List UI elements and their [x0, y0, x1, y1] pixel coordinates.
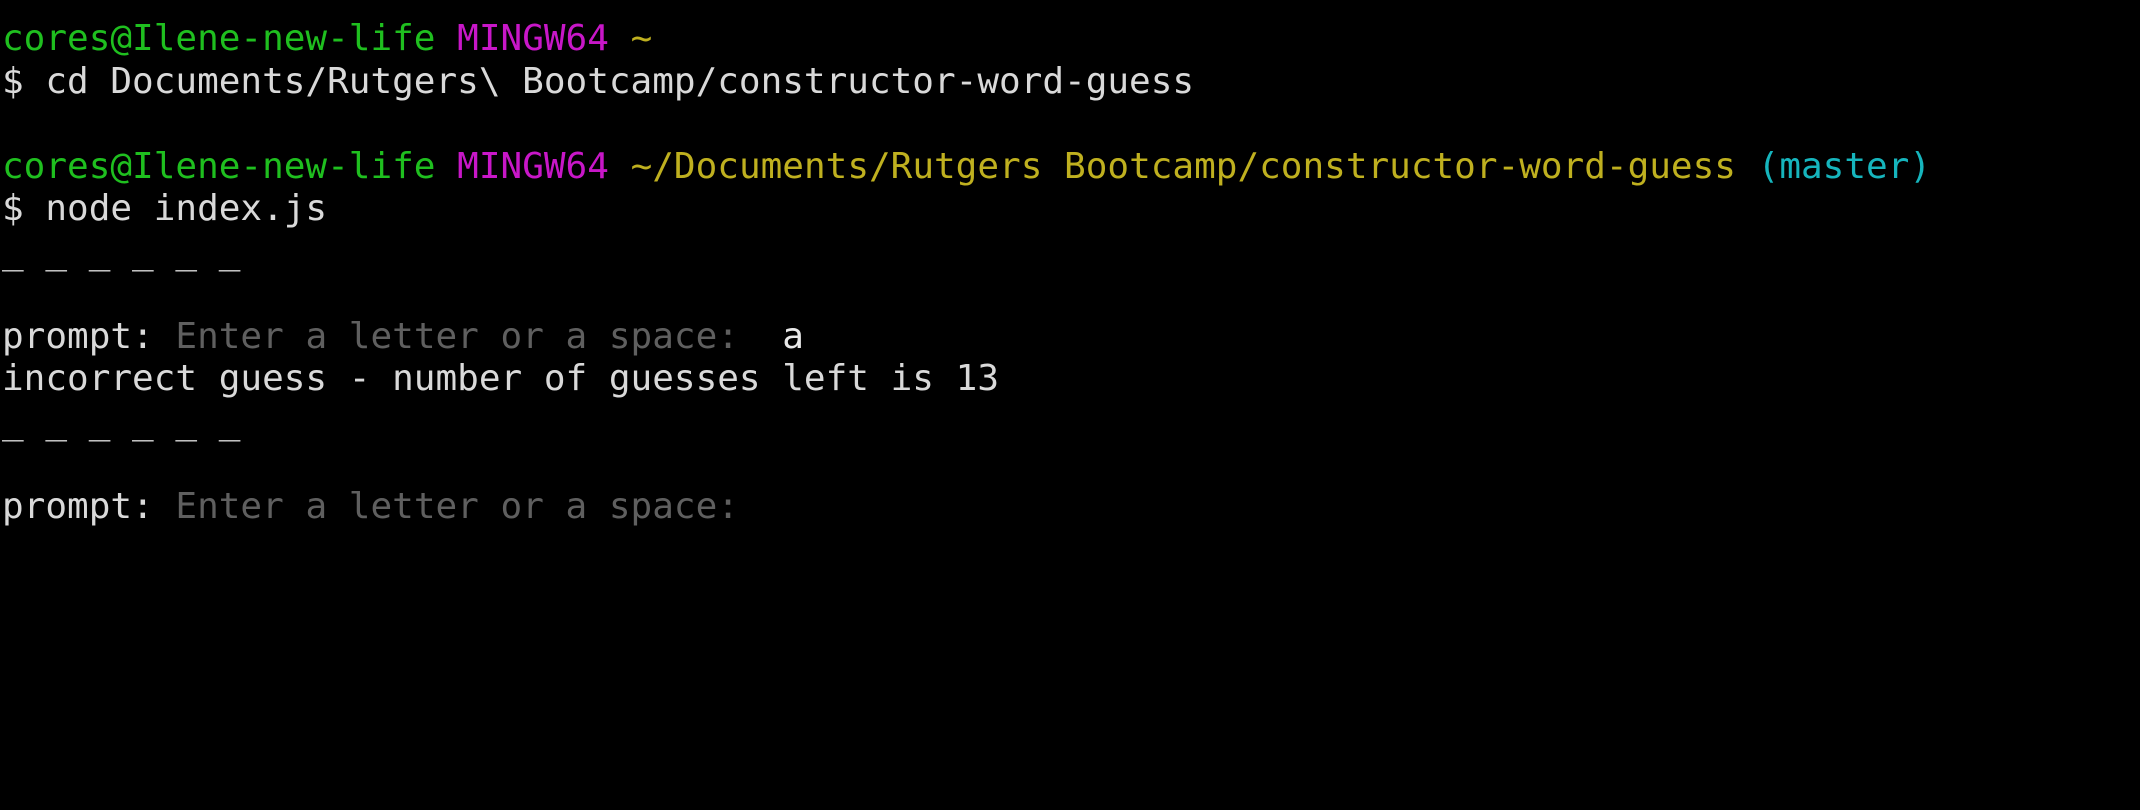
- current-path: ~/Documents/Rutgers Bootcamp/constructor…: [630, 145, 1736, 187]
- prompt-label: prompt:: [2, 485, 154, 527]
- terminal-window[interactable]: { "colors": { "background": "#000000", "…: [0, 0, 2140, 810]
- prompt-hint: Enter a letter or a space:: [175, 315, 739, 357]
- shell-name: MINGW64: [457, 18, 609, 59]
- user-host: cores@Ilene-new-life: [2, 145, 436, 187]
- guess-answer: a: [782, 315, 804, 357]
- prompt-label: prompt:: [2, 315, 154, 357]
- current-path: ~: [630, 18, 653, 59]
- shell-name: MINGW64: [457, 145, 609, 187]
- git-branch: (master): [1757, 145, 1932, 187]
- game-prompt-2[interactable]: prompt: Enter a letter or a space:: [2, 486, 2132, 529]
- command-line-2: $ node index.js: [2, 188, 328, 229]
- prompt-hint: Enter a letter or a space:: [175, 485, 739, 527]
- prompt-line-2: cores@Ilene-new-life MINGW64 ~/Documents…: [2, 146, 2132, 189]
- word-blanks: _ _ _ _ _ _: [2, 400, 241, 442]
- game-prompt-1: prompt: Enter a letter or a space: a: [2, 316, 2132, 359]
- prompt-line-1: cores@Ilene-new-life MINGW64 ~: [2, 18, 2132, 61]
- guess-result: incorrect guess - number of guesses left…: [2, 358, 999, 399]
- terminal-output: cores@Ilene-new-life MINGW64 ~ $ cd Docu…: [2, 18, 2132, 528]
- word-blanks: _ _ _ _ _ _: [2, 230, 241, 272]
- command-line-1: $ cd Documents/Rutgers\ Bootcamp/constru…: [2, 60, 1195, 102]
- user-host: cores@Ilene-new-life: [2, 18, 436, 59]
